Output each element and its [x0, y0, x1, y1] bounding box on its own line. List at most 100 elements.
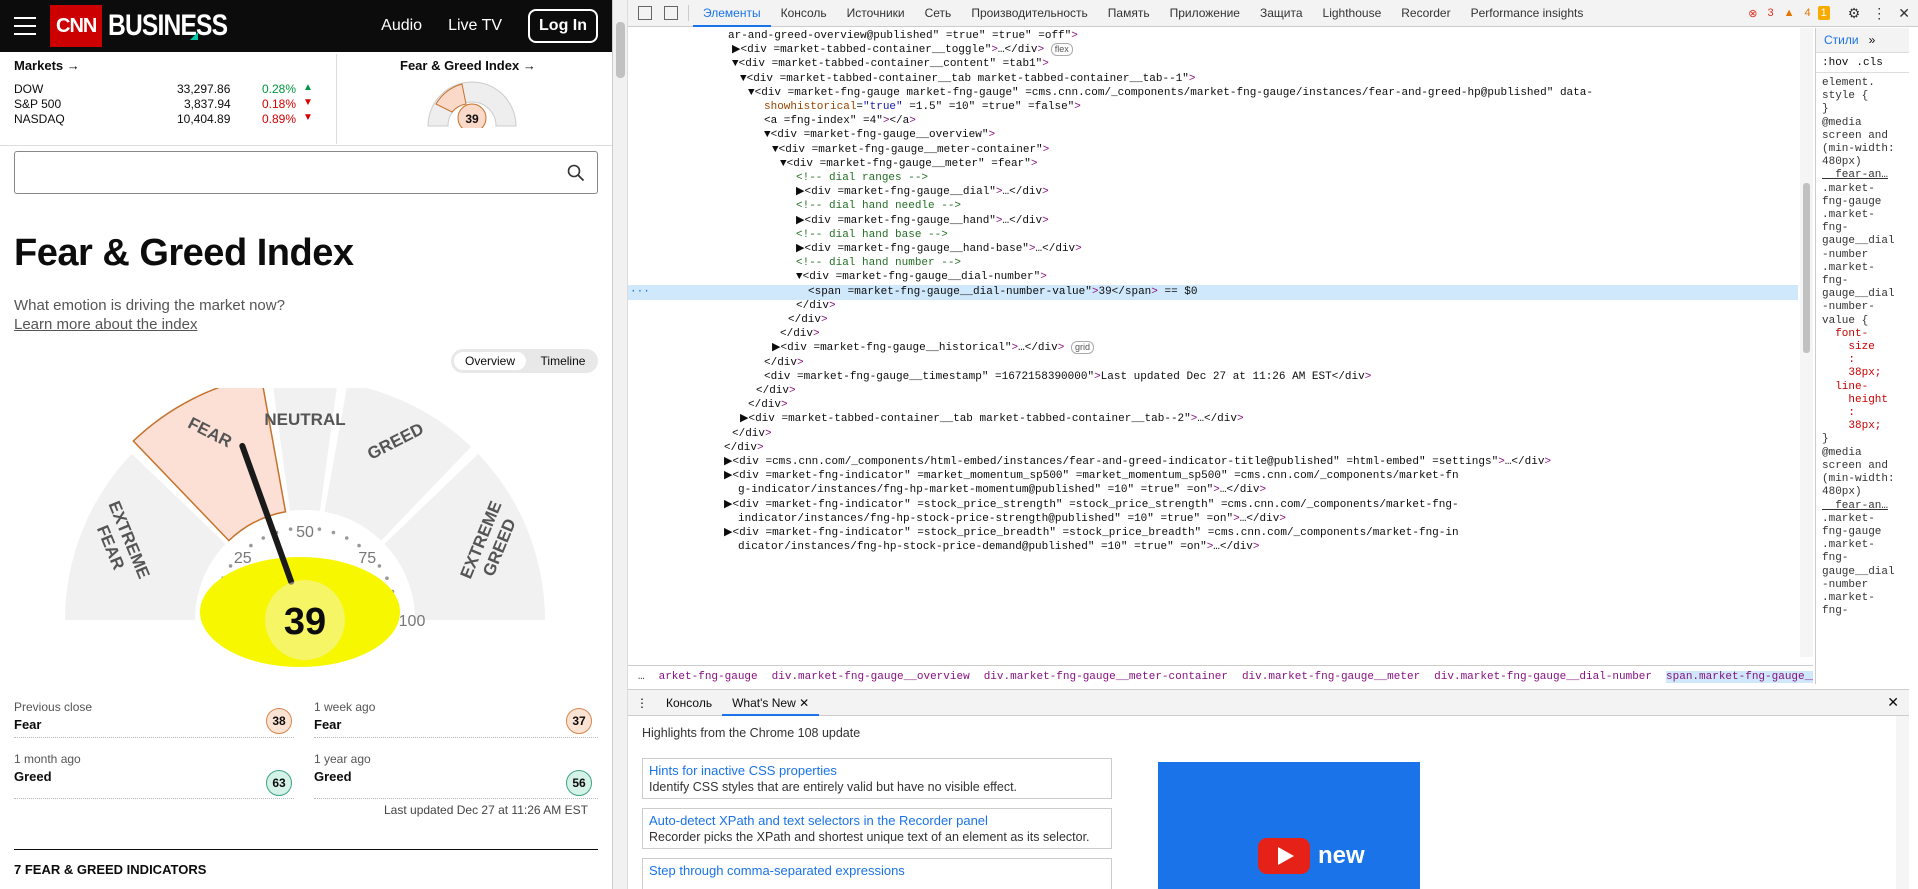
dom-node-line[interactable]: <!-- dial ranges -->: [796, 171, 928, 186]
login-button[interactable]: Log In: [528, 9, 598, 43]
dom-node-line[interactable]: ▶<div =market-fng-indicator" =stock_pric…: [724, 498, 1459, 513]
dom-node-line[interactable]: indicator/instances/fng-hp-stock-price-s…: [738, 512, 1286, 527]
scrollbar-thumb[interactable]: [1803, 183, 1810, 353]
drawer-scrollbar[interactable]: [1896, 716, 1909, 889]
hamburger-menu-icon[interactable]: [14, 17, 36, 35]
tab-timeline[interactable]: Timeline: [531, 352, 595, 370]
tab-lighthouse[interactable]: Lighthouse: [1313, 0, 1392, 27]
tab-application[interactable]: Приложение: [1160, 0, 1250, 27]
close-drawer-icon[interactable]: ✕: [1887, 694, 1909, 711]
fear-greed-mini-heading-link[interactable]: Fear & Greed Index →: [400, 58, 536, 73]
dom-node-line[interactable]: ▶<div =market-fng-indicator" =market_mom…: [724, 469, 1459, 484]
dom-node-line[interactable]: ▼<div =market-tabbed-container__content"…: [732, 57, 1049, 72]
more-tabs-icon[interactable]: »: [1869, 33, 1876, 47]
dom-node-line[interactable]: ▼<div =market-fng-gauge market-fng-gauge…: [748, 86, 1593, 101]
inspect-element-icon[interactable]: [638, 6, 652, 20]
class-toggle[interactable]: .cls: [1856, 57, 1882, 69]
markets-heading-link[interactable]: Markets →: [14, 58, 80, 73]
dom-node-line[interactable]: ▼<div =market-fng-gauge__overview">: [764, 128, 995, 143]
scrollbar-thumb[interactable]: [616, 22, 625, 78]
dom-node-line[interactable]: g-indicator/instances/fng-hp-market-mome…: [738, 483, 1266, 498]
search-icon[interactable]: [567, 164, 585, 182]
node-menu-icon[interactable]: ···: [630, 285, 650, 300]
card-title-link[interactable]: Step through comma-separated expressions: [649, 863, 1105, 878]
dom-node-line[interactable]: </div>: [764, 356, 804, 371]
tab-memory[interactable]: Память: [1098, 0, 1160, 27]
drawer-menu-icon[interactable]: ⋮: [628, 696, 656, 710]
dom-node-line[interactable]: <a =fng-index" =4"></a>: [764, 114, 916, 129]
breadcrumb-item[interactable]: div.market-fng-gauge__meter: [1242, 671, 1420, 683]
search-input[interactable]: [14, 151, 598, 194]
dom-node-line[interactable]: <div =market-fng-gauge__timestamp" =1672…: [764, 370, 1371, 385]
dom-node-line[interactable]: ▼<div =market-fng-gauge__meter" =fear">: [780, 157, 1037, 172]
close-devtools-icon[interactable]: ✕: [1898, 5, 1910, 22]
business-section-title[interactable]: BUSINESS: [108, 9, 228, 43]
whats-new-video-thumbnail[interactable]: new: [1158, 762, 1420, 889]
dom-node-line[interactable]: ▼<div =market-fng-gauge__meter-container…: [772, 143, 1049, 158]
dom-node-line[interactable]: ar-and-greed-overview@published" =true" …: [728, 29, 1078, 44]
dom-node-line[interactable]: <!-- dial hand base -->: [796, 228, 948, 243]
cnn-logo[interactable]: CNN: [50, 5, 103, 47]
youtube-play-icon[interactable]: [1258, 838, 1310, 874]
dom-node-line[interactable]: ▶<div =market-tabbed-container__tab mark…: [740, 412, 1244, 427]
breadcrumb-item[interactable]: arket-fng-gauge: [659, 671, 758, 683]
dom-node-line[interactable]: dicator/instances/fng-hp-stock-price-dem…: [738, 540, 1260, 555]
dom-tree-scrollbar[interactable]: [1800, 28, 1813, 657]
flex-badge[interactable]: flex: [1050, 43, 1073, 57]
breadcrumb-item[interactable]: …: [638, 671, 645, 683]
issues-counters[interactable]: ⊗ 3 ▲ 4 1 ⚙ ⋮ ✕: [1745, 5, 1918, 22]
breadcrumb-item[interactable]: div.market-fng-gauge__meter-container: [984, 671, 1228, 683]
tab-elements[interactable]: Элементы: [693, 0, 771, 27]
tab-performance-insights[interactable]: Performance insights: [1461, 0, 1594, 27]
elements-dom-tree[interactable]: ar-and-greed-overview@published" =true" …: [628, 28, 1798, 657]
tab-network[interactable]: Сеть: [915, 0, 962, 27]
whats-new-card[interactable]: Step through comma-separated expressions: [642, 858, 1112, 889]
dom-node-line[interactable]: ▶<div =market-fng-gauge__hand-base">…</d…: [796, 242, 1082, 257]
more-options-icon[interactable]: ⋮: [1872, 5, 1886, 22]
dom-node-line[interactable]: ▶<div =market-fng-gauge__dial">…</div>: [796, 185, 1049, 200]
dom-node-line[interactable]: </div>: [788, 313, 828, 328]
settings-gear-icon[interactable]: ⚙: [1848, 5, 1861, 22]
tab-styles[interactable]: Стили: [1824, 33, 1859, 47]
dom-node-line[interactable]: ▶<div =market-fng-gauge__hand">…</div>: [796, 214, 1049, 229]
dom-node-line[interactable]: </div>: [748, 398, 788, 413]
whats-new-card[interactable]: Hints for inactive CSS properties Identi…: [642, 758, 1112, 799]
dom-node-line[interactable]: </div>: [796, 299, 836, 314]
tab-security[interactable]: Защита: [1250, 0, 1313, 27]
dom-node-line[interactable]: ▶<div =market-fng-indicator" =stock_pric…: [724, 526, 1459, 541]
dom-node-line[interactable]: </div>: [724, 441, 764, 456]
dom-node-line[interactable]: <!-- dial hand number -->: [796, 256, 961, 271]
nav-audio-link[interactable]: Audio: [381, 17, 422, 35]
dom-node-line[interactable]: showhistorical="true" =1.5" =10" =true" …: [764, 100, 1081, 115]
dom-node-line[interactable]: ▼<div =market-fng-gauge__dial-number">: [796, 270, 1047, 285]
dom-node-line[interactable]: <!-- dial hand needle -->: [796, 199, 961, 214]
tab-performance[interactable]: Производительность: [961, 0, 1097, 27]
breadcrumb-item[interactable]: div.market-fng-gauge__overview: [772, 671, 970, 683]
dom-node-line[interactable]: ▶<div =market-fng-gauge__historical">…</…: [772, 341, 1094, 356]
dom-node-line[interactable]: </div>: [780, 327, 820, 342]
drawer-tab-whats-new[interactable]: What's New ✕: [722, 690, 820, 716]
dom-node-line[interactable]: </div>: [732, 427, 772, 442]
nav-live-tv-link[interactable]: Live TV: [448, 17, 502, 35]
card-title-link[interactable]: Auto-detect XPath and text selectors in …: [649, 813, 1105, 828]
drawer-tab-console[interactable]: Консоль: [656, 690, 722, 716]
dom-node-line[interactable]: ▶<div =market-tabbed-container__toggle">…: [732, 43, 1073, 58]
device-toolbar-icon[interactable]: [664, 6, 678, 20]
learn-more-link[interactable]: Learn more about the index: [14, 316, 197, 333]
grid-badge[interactable]: grid: [1070, 341, 1094, 355]
page-scrollbar[interactable]: [613, 0, 628, 889]
dom-node-line[interactable]: ▶<div =cms.cnn.com/_components/html-embe…: [724, 455, 1551, 470]
whats-new-card[interactable]: Auto-detect XPath and text selectors in …: [642, 808, 1112, 849]
tab-sources[interactable]: Источники: [837, 0, 915, 27]
tab-console[interactable]: Консоль: [771, 0, 837, 27]
fear-greed-mini-gauge[interactable]: 39: [424, 78, 520, 128]
breadcrumb-item[interactable]: div.market-fng-gauge__dial-number: [1434, 671, 1652, 683]
card-title-link[interactable]: Hints for inactive CSS properties: [649, 763, 1105, 778]
tab-recorder[interactable]: Recorder: [1391, 0, 1460, 27]
hover-state-toggle[interactable]: :hov: [1822, 57, 1848, 69]
close-tab-icon[interactable]: ✕: [799, 696, 809, 710]
breadcrumb-item[interactable]: span.market-fng-gauge__dial-number-value: [1666, 671, 1813, 683]
dom-node-line[interactable]: <span =market-fng-gauge__dial-number-val…: [628, 284, 1798, 300]
dom-node-line[interactable]: ▼<div =market-tabbed-container__tab mark…: [740, 72, 1196, 87]
tab-overview[interactable]: Overview: [454, 352, 526, 370]
